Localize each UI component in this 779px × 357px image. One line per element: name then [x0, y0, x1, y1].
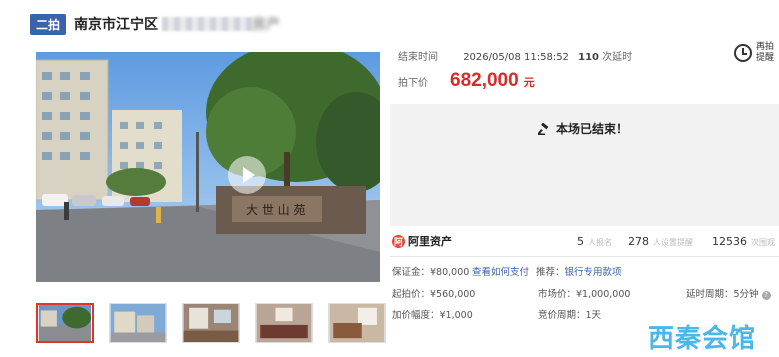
views-value: 12536: [712, 234, 747, 248]
end-time-label: 结束时间: [398, 52, 438, 63]
delay-period-value: 5分钟: [733, 289, 759, 300]
bid-period-value: 1天: [585, 310, 602, 321]
start-price-value: ¥560,000: [430, 289, 476, 300]
auction-ended-message: 本场已结束！: [538, 120, 628, 137]
gavel-icon: [538, 122, 549, 135]
auction-round-badge: 二拍: [30, 13, 67, 35]
deposit-label: 保证金：: [392, 267, 431, 278]
views-label: 次围观: [751, 237, 775, 247]
market-price-value: ¥1,000,000: [576, 289, 631, 300]
market-price-item: 市场价：¥1,000,000: [538, 286, 630, 300]
ali-logo-icon: 阿: [392, 234, 405, 248]
ali-asset-logo[interactable]: 阿 阿里资产: [392, 233, 452, 249]
listing-header: 二拍 南京市江宁区 房产: [30, 12, 280, 36]
thumbnail-5[interactable]: [328, 303, 386, 343]
thumbnail-4[interactable]: [255, 303, 313, 343]
logo-text: 阿里资产: [408, 235, 452, 248]
reminders-value: 278: [628, 234, 649, 248]
delay-count: 110: [578, 52, 599, 63]
alarm-clock-icon: [734, 44, 752, 62]
final-price-unit: 元: [523, 76, 535, 89]
main-property-photo[interactable]: 大 世 山 苑: [36, 52, 380, 282]
thumbnail-3[interactable]: [182, 303, 240, 343]
final-price-label: 拍下价: [398, 78, 428, 89]
platform-stats-row: 阿 阿里资产 5 人报名 278 人设置提醒 12536 次围观: [392, 232, 779, 250]
section-divider: [390, 256, 779, 257]
increment-item: 加价幅度：¥1,000: [392, 307, 473, 321]
bid-period-item: 竞价周期：1天: [538, 307, 601, 321]
delay-period-item: 延时周期：5分钟?: [686, 286, 771, 300]
play-icon: [242, 167, 255, 183]
re-auction-reminder-button[interactable]: 再拍提醒: [734, 42, 778, 64]
video-play-button[interactable]: [228, 156, 266, 194]
deposit-item: 保证金：¥80,000: [392, 264, 469, 278]
final-price-row: 拍下价 682,000 元: [398, 70, 535, 92]
how-to-pay-link[interactable]: 查看如何支付: [472, 264, 529, 278]
recommend-item: 推荐：银行专用款项: [536, 264, 622, 278]
thumbnail-1[interactable]: [36, 303, 94, 343]
delay-label: 次延时: [602, 52, 633, 63]
end-time-row: 结束时间 2026/05/08 11:58:52 110 次延时: [398, 48, 632, 63]
ended-text: 本场已结束！: [556, 122, 629, 136]
bid-period-label: 竞价周期：: [538, 310, 586, 321]
end-time-value: 2026/05/08 11:58:52: [463, 52, 569, 63]
increment-label: 加价幅度：: [392, 310, 440, 321]
redacted-title-block: [162, 17, 253, 31]
applicants-stat: 5 人报名: [577, 235, 612, 248]
help-icon[interactable]: ?: [761, 291, 771, 300]
reminders-label: 人设置提醒: [653, 237, 693, 247]
thumbnail-2[interactable]: [109, 303, 167, 343]
increment-value: ¥1,000: [439, 310, 473, 321]
delay-period-label: 延时周期：: [686, 289, 734, 300]
start-price-label: 起拍价：: [392, 289, 431, 300]
deposit-value: ¥80,000: [430, 267, 470, 278]
bank-loan-link[interactable]: 银行专用款项: [565, 267, 622, 278]
watermark-logo: 西秦会馆: [648, 324, 757, 354]
listing-title-suffix: 房产: [252, 17, 281, 33]
market-price-label: 市场价：: [538, 289, 577, 300]
reminder-label: 再拍提醒: [756, 42, 775, 63]
photo-thumbnail-strip: [36, 303, 386, 343]
auction-ended-panel: 本场已结束！: [390, 104, 779, 226]
views-stat: 12536 次围观: [712, 235, 775, 248]
applicants-label: 人报名: [588, 237, 612, 247]
final-price-value: 682,000: [450, 70, 519, 91]
recommend-label: 推荐：: [536, 267, 565, 278]
svg-text:大 世 山 苑: 大 世 山 苑: [246, 203, 305, 217]
listing-title: 南京市江宁区: [74, 17, 159, 33]
start-price-item: 起拍价：¥560,000: [392, 286, 475, 300]
reminders-stat: 278 人设置提醒: [628, 235, 693, 248]
applicants-value: 5: [577, 234, 584, 248]
